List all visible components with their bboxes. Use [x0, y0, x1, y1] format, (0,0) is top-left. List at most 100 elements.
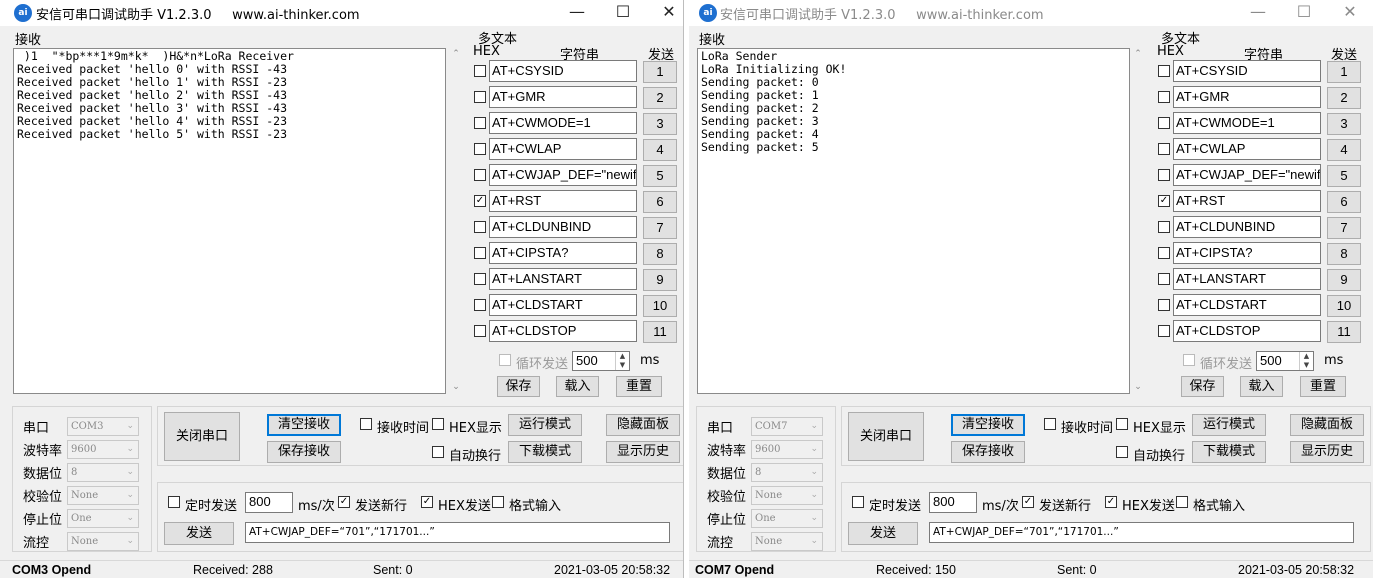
hex-checkbox[interactable] [1158, 325, 1170, 337]
hex-display-checkbox[interactable] [432, 418, 444, 430]
minimize-icon[interactable]: — [1235, 0, 1281, 26]
send-command-button[interactable]: 3 [643, 113, 677, 135]
command-input[interactable]: AT+RST [1173, 190, 1321, 212]
command-input[interactable]: AT+CWJAP_DEF="newifi_ [489, 164, 637, 186]
send-command-button[interactable]: 6 [1327, 191, 1361, 213]
receive-time-checkbox[interactable] [1044, 418, 1056, 430]
hex-checkbox[interactable] [1158, 247, 1170, 259]
send-command-button[interactable]: 3 [1327, 113, 1361, 135]
hex-checkbox[interactable] [1158, 117, 1170, 129]
close-port-button[interactable]: 关闭串口 [164, 412, 240, 461]
parity-select[interactable]: None ⌄ [751, 486, 823, 505]
hex-checkbox[interactable] [474, 117, 486, 129]
loop-send-checkbox[interactable] [499, 354, 511, 366]
port-select[interactable]: COM3 ⌄ [67, 417, 139, 436]
command-input[interactable]: AT+CLDSTOP [1173, 320, 1321, 342]
loop-send-checkbox[interactable] [1183, 354, 1195, 366]
hex-checkbox[interactable] [474, 273, 486, 285]
receive-time-checkbox[interactable] [360, 418, 372, 430]
command-input[interactable]: AT+CSYSID [1173, 60, 1321, 82]
hex-checkbox[interactable] [474, 195, 486, 207]
scroll-down-icon[interactable]: ⌄ [1132, 381, 1144, 393]
download-mode-button[interactable]: 下载模式 [508, 441, 582, 463]
download-mode-button[interactable]: 下载模式 [1192, 441, 1266, 463]
close-port-button[interactable]: 关闭串口 [848, 412, 924, 461]
command-input[interactable]: AT+CLDUNBIND [489, 216, 637, 238]
hex-checkbox[interactable] [474, 325, 486, 337]
send-command-button[interactable]: 11 [643, 321, 677, 343]
save-receive-button[interactable]: 保存接收 [951, 441, 1025, 463]
send-command-button[interactable]: 6 [643, 191, 677, 213]
send-command-button[interactable]: 10 [1327, 295, 1361, 317]
send-button[interactable]: 发送 [164, 522, 234, 545]
hex-checkbox[interactable] [1158, 91, 1170, 103]
command-input[interactable]: AT+CIPSTA? [489, 242, 637, 264]
receive-textarea[interactable]: )1 "*bp***1*9m*k* )H&*n*LoRa Receiver Re… [13, 48, 446, 394]
hex-checkbox[interactable] [474, 143, 486, 155]
save-button[interactable]: 保存 [1181, 376, 1224, 397]
send-text-input[interactable]: AT+CWJAP_DEF=“701”,“171701...” [245, 522, 670, 543]
close-icon[interactable]: ✕ [1327, 0, 1373, 26]
hex-checkbox[interactable] [1158, 221, 1170, 233]
receive-textarea[interactable]: LoRa Sender LoRa Initializing OK! Sendin… [697, 48, 1130, 394]
send-command-button[interactable]: 7 [643, 217, 677, 239]
send-command-button[interactable]: 11 [1327, 321, 1361, 343]
save-receive-button[interactable]: 保存接收 [267, 441, 341, 463]
show-history-button[interactable]: 显示历史 [1290, 441, 1364, 463]
databits-select[interactable]: 8 ⌄ [751, 463, 823, 482]
command-input[interactable]: AT+GMR [1173, 86, 1321, 108]
auto-wrap-checkbox[interactable] [1116, 446, 1128, 458]
hex-checkbox[interactable] [474, 247, 486, 259]
flow-select[interactable]: None ⌄ [751, 532, 823, 551]
scroll-up-icon[interactable]: ⌃ [450, 48, 462, 60]
baud-select[interactable]: 9600 ⌄ [67, 440, 139, 459]
flow-select[interactable]: None ⌄ [67, 532, 139, 551]
spinner-arrows-icon[interactable]: ▲ ▼ [1299, 352, 1313, 370]
reset-button[interactable]: 重置 [616, 376, 662, 397]
send-button[interactable]: 发送 [848, 522, 918, 545]
hex-send-checkbox[interactable] [1105, 496, 1117, 508]
minimize-icon[interactable]: — [554, 0, 600, 26]
send-command-button[interactable]: 2 [643, 87, 677, 109]
send-command-button[interactable]: 9 [1327, 269, 1361, 291]
stopbits-select[interactable]: One ⌄ [751, 509, 823, 528]
send-newline-checkbox[interactable] [1022, 496, 1034, 508]
databits-select[interactable]: 8 ⌄ [67, 463, 139, 482]
command-input[interactable]: AT+CSYSID [489, 60, 637, 82]
run-mode-button[interactable]: 运行模式 [508, 414, 582, 436]
timed-interval-input[interactable]: 800 [245, 492, 293, 513]
run-mode-button[interactable]: 运行模式 [1192, 414, 1266, 436]
hide-panel-button[interactable]: 隐藏面板 [606, 414, 680, 436]
command-input[interactable]: AT+CLDSTART [489, 294, 637, 316]
hex-checkbox[interactable] [474, 299, 486, 311]
hex-checkbox[interactable] [474, 91, 486, 103]
hex-checkbox[interactable] [474, 169, 486, 181]
command-input[interactable]: AT+CWLAP [1173, 138, 1321, 160]
hex-display-checkbox[interactable] [1116, 418, 1128, 430]
hex-checkbox[interactable] [1158, 143, 1170, 155]
maximize-icon[interactable]: ☐ [600, 0, 646, 26]
scroll-down-icon[interactable]: ⌄ [450, 381, 462, 393]
format-input-checkbox[interactable] [492, 496, 504, 508]
load-button[interactable]: 载入 [1240, 376, 1283, 397]
parity-select[interactable]: None ⌄ [67, 486, 139, 505]
spinner-arrows-icon[interactable]: ▲ ▼ [615, 352, 629, 370]
hex-checkbox[interactable] [474, 65, 486, 77]
hex-checkbox[interactable] [1158, 169, 1170, 181]
hex-checkbox[interactable] [1158, 299, 1170, 311]
send-command-button[interactable]: 9 [643, 269, 677, 291]
command-input[interactable]: AT+CWLAP [489, 138, 637, 160]
load-button[interactable]: 载入 [556, 376, 599, 397]
send-command-button[interactable]: 1 [643, 61, 677, 83]
send-command-button[interactable]: 8 [643, 243, 677, 265]
auto-wrap-checkbox[interactable] [432, 446, 444, 458]
close-icon[interactable]: ✕ [646, 0, 683, 26]
send-command-button[interactable]: 5 [643, 165, 677, 187]
command-input[interactable]: AT+CWMODE=1 [1173, 112, 1321, 134]
hex-checkbox[interactable] [1158, 65, 1170, 77]
hide-panel-button[interactable]: 隐藏面板 [1290, 414, 1364, 436]
hex-checkbox[interactable] [474, 221, 486, 233]
send-command-button[interactable]: 8 [1327, 243, 1361, 265]
command-input[interactable]: AT+CWMODE=1 [489, 112, 637, 134]
hex-checkbox[interactable] [1158, 195, 1170, 207]
